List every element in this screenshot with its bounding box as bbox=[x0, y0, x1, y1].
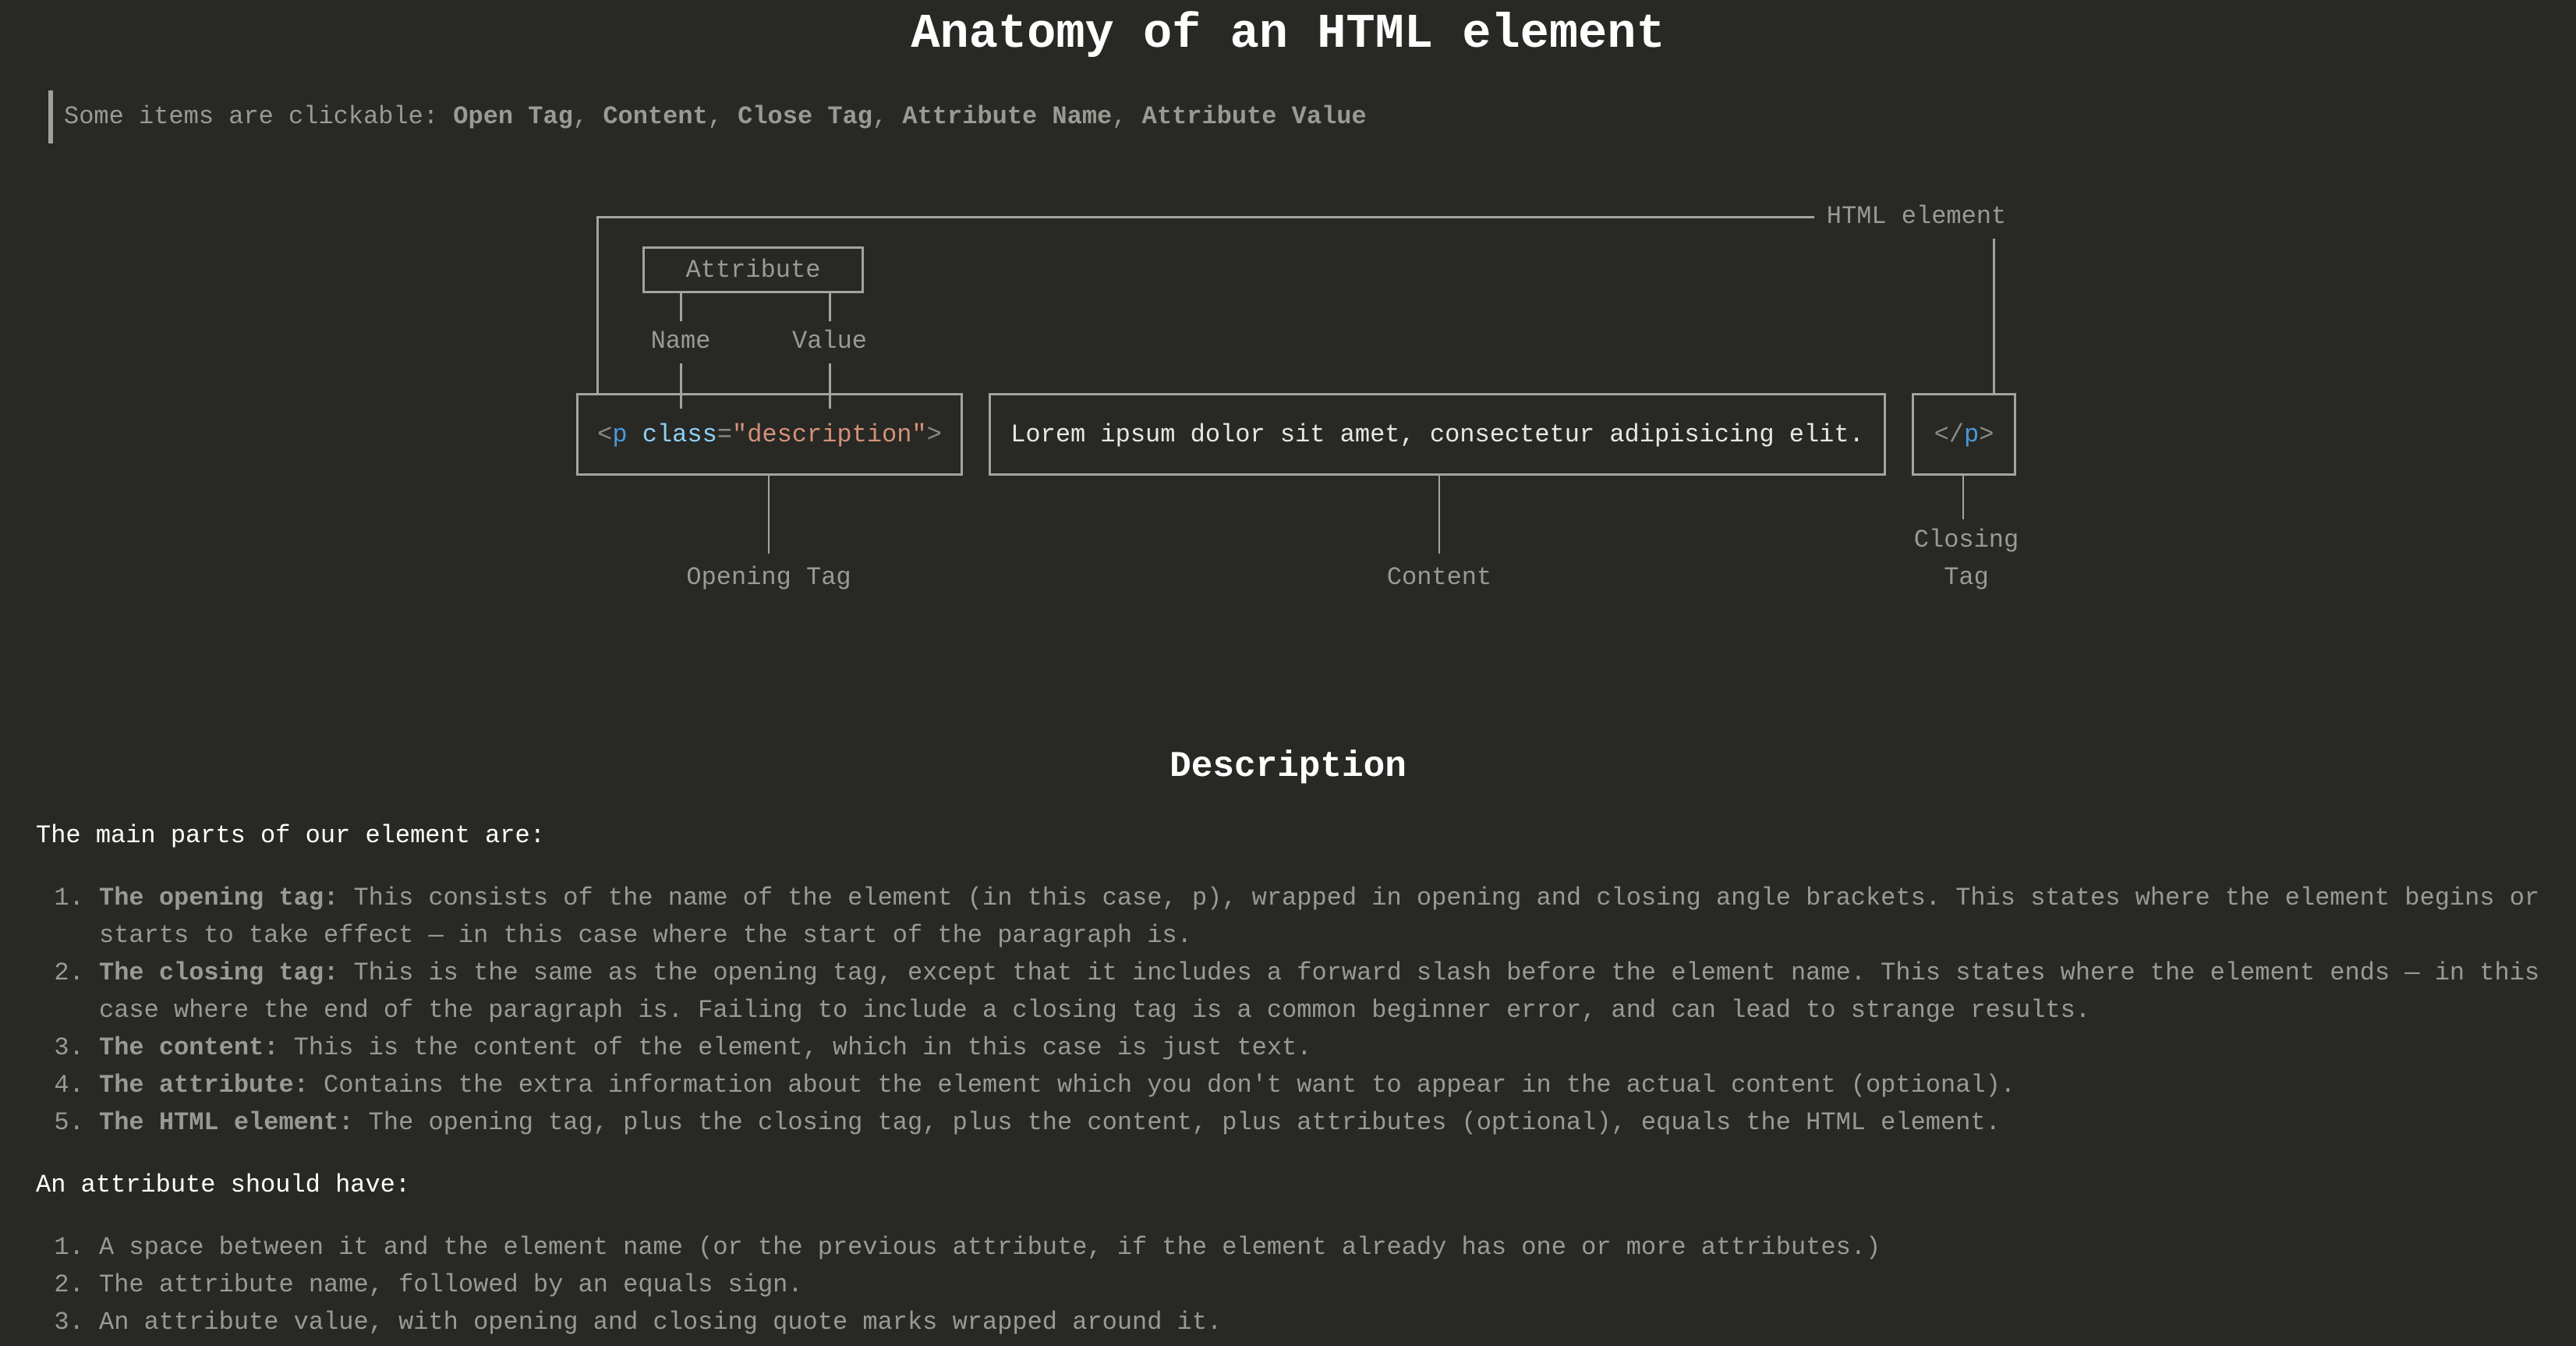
attribute-value-connector-top bbox=[829, 293, 831, 321]
list-item-term: The opening tag: bbox=[99, 884, 339, 912]
closing-tag-box[interactable]: </p> bbox=[1912, 393, 2016, 476]
opening-tag-connector bbox=[768, 476, 770, 554]
closing-tag-connector bbox=[1962, 476, 1964, 519]
content-text: Lorem ipsum dolor sit amet, consectetur … bbox=[1010, 420, 1864, 449]
closing-tag-code: </p> bbox=[1934, 420, 1994, 449]
open-angle-bracket: < bbox=[597, 420, 613, 449]
list-item-text: This is the content of the element, whic… bbox=[278, 1033, 1312, 1062]
element-parts-list: The opening tag: This consists of the na… bbox=[0, 880, 2547, 1142]
list-item: A space between it and the element name … bbox=[99, 1229, 2547, 1266]
equals-sign: = bbox=[717, 420, 732, 449]
list-item-text: This consists of the name of the element… bbox=[99, 884, 2540, 950]
list-item: The attribute: Contains the extra inform… bbox=[99, 1067, 2547, 1104]
list-item: The closing tag: This is the same as the… bbox=[99, 955, 2547, 1029]
list-item: An attribute value, with opening and clo… bbox=[99, 1304, 2547, 1341]
attribute-name[interactable]: class bbox=[642, 420, 717, 449]
description-heading: Description bbox=[1169, 746, 1407, 787]
close-angle-bracket: > bbox=[926, 420, 942, 449]
tag-space bbox=[628, 420, 642, 449]
html-element-bracket-right bbox=[1993, 239, 1995, 394]
opening-tag-box[interactable]: <p class="description"> bbox=[576, 393, 963, 476]
list-item-term: The attribute: bbox=[99, 1071, 309, 1100]
opening-tag-code: <p class="description"> bbox=[597, 420, 942, 449]
closing-tag-label-line1: Closing bbox=[1913, 526, 2019, 554]
attribute-name-connector-top bbox=[680, 293, 682, 321]
list-item-term: The HTML element: bbox=[99, 1108, 354, 1137]
closing-tag-name: p bbox=[1964, 420, 1980, 449]
closing-close-bracket: > bbox=[1979, 420, 1994, 449]
content-label: Content bbox=[1386, 563, 1492, 592]
content-box[interactable]: Lorem ipsum dolor sit amet, consectetur … bbox=[989, 393, 1886, 476]
html-element-label: HTML element bbox=[1826, 202, 2007, 231]
list-item-text: Contains the extra information about the… bbox=[308, 1071, 2015, 1100]
list-item-term: The content: bbox=[99, 1033, 279, 1062]
list-item-text: This is the same as the opening tag, exc… bbox=[99, 958, 2540, 1025]
attribute-rules-list: A space between it and the element name … bbox=[0, 1229, 2547, 1341]
list-item: The HTML element: The opening tag, plus … bbox=[99, 1104, 2547, 1142]
list-item: The attribute name, followed by an equal… bbox=[99, 1266, 2547, 1304]
opening-tag-label: Opening Tag bbox=[686, 563, 851, 592]
closing-open-bracket: </ bbox=[1934, 420, 1964, 449]
content-connector bbox=[1438, 476, 1440, 554]
html-element-bracket-left bbox=[596, 216, 599, 394]
list-item-text: The opening tag, plus the closing tag, p… bbox=[353, 1108, 2001, 1137]
list-item-term: The closing tag: bbox=[99, 958, 339, 987]
attribute-value[interactable]: description bbox=[747, 420, 911, 449]
tag-name: p bbox=[612, 420, 628, 449]
element-anatomy-diagram: HTML element Attribute Name Value <p cla… bbox=[0, 0, 2576, 702]
list-item: The content: This is the content of the … bbox=[99, 1029, 2547, 1067]
list-item: The opening tag: This consists of the na… bbox=[99, 880, 2547, 955]
closing-tag-label: Closing Tag bbox=[1914, 522, 2019, 597]
attribute-intro: An attribute should have: bbox=[36, 1171, 411, 1199]
quote-open: " bbox=[731, 420, 748, 449]
attribute-name-label[interactable]: Name bbox=[651, 323, 711, 360]
attribute-label: Attribute bbox=[685, 255, 821, 285]
attribute-box: Attribute bbox=[642, 246, 864, 293]
description-intro: The main parts of our element are: bbox=[36, 821, 545, 850]
quote-close: " bbox=[911, 420, 927, 449]
attribute-value-label[interactable]: Value bbox=[792, 323, 867, 360]
html-element-bracket-top bbox=[596, 216, 1814, 218]
closing-tag-label-line2: Tag bbox=[1944, 563, 1989, 592]
